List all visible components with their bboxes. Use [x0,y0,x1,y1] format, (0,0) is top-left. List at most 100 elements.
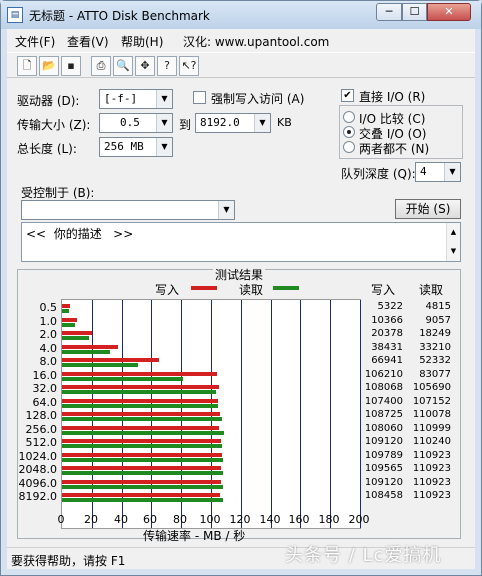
menu-view[interactable]: 查看(V) [67,33,109,50]
overlapped-io-radio[interactable] [343,126,355,138]
write-bar [62,466,221,470]
total-length-select[interactable]: 256 MB ▼ [99,137,173,157]
x-tick-label: 20 [84,513,98,526]
write-bar [62,331,92,335]
chevron-down-icon[interactable]: ▼ [444,163,460,181]
app-icon: ▤ [7,7,23,23]
watermark: 头条号 / Lc爱搞机 [285,545,442,566]
read-bar [62,484,223,489]
x-tick-label: 140 [259,513,281,526]
drive-select[interactable]: [-f-] ▼ [99,89,173,109]
io-compare-radio[interactable] [343,111,355,123]
read-value: 110923 [412,449,451,461]
save-disk-icon[interactable]: ▪ [61,56,81,76]
read-bar [62,349,110,354]
legend-read-swatch [273,286,299,290]
y-tick-label: 1.0 [39,314,58,328]
x-tick-label: 100 [199,513,221,526]
direct-io-checkbox[interactable]: ✔ [341,89,354,102]
read-bar [62,309,69,313]
y-tick-label: 2048.0 [18,463,58,476]
start-button[interactable]: 开始 (S) [395,199,461,219]
write-bar [62,439,221,443]
transfer-to-select[interactable]: 8192.0 ▼ [195,113,271,133]
y-tick-label: 1024.0 [18,449,58,463]
read-bar [62,363,138,367]
y-tick-label: 512.0 [25,436,58,449]
menu-file[interactable]: 文件(F) [15,33,55,50]
new-file-icon[interactable]: 🗋 [17,56,37,76]
menu-help[interactable]: 帮助(H) [121,33,163,50]
read-value: 4815 [425,301,451,312]
to-label: 到 [179,118,192,132]
col-read-header: 读取 [419,283,444,297]
y-tick-label: 8192.0 [18,490,58,503]
col-write-header: 写入 [371,283,396,297]
neither-radio[interactable] [343,141,355,153]
read-value: 105690 [412,382,451,393]
read-value: 110999 [412,422,451,434]
chevron-down-icon[interactable]: ▼ [254,114,270,132]
force-write-label: 强制写入访问 (A) [211,92,305,106]
queue-depth-label: 队列深度 (Q): [341,167,416,181]
y-tick-label: 64.0 [32,395,58,409]
open-folder-icon[interactable]: 📂 [39,56,59,76]
description-scrollbar[interactable]: ▲ ▼ [446,223,460,261]
chevron-down-icon[interactable]: ▼ [156,90,172,108]
drive-value: [-f-] [104,92,138,105]
transfer-rate-chart [61,299,361,529]
title-bar[interactable]: ▤ 无标题 - ATTO Disk Benchmark ─ ☐ ✕ [1,1,481,29]
close-button[interactable]: ✕ [427,3,471,21]
write-value: 38431 [371,341,403,353]
read-value: 83077 [419,368,451,380]
print-icon[interactable]: ⎙ [91,56,111,76]
y-tick-label: 4.0 [39,341,58,355]
queue-depth-select[interactable]: 4 ▼ [415,162,461,182]
write-value: 106210 [364,368,403,380]
move-icon[interactable]: ✥ [135,56,155,76]
controlled-by-label: 受控制于 (B): [21,186,95,200]
write-bar [62,358,159,362]
help-question-icon[interactable]: ? [157,56,177,76]
write-value: 109120 [364,436,403,447]
y-tick-label: 8.0 [39,355,58,368]
write-value: 108725 [364,409,403,420]
read-bar [62,471,223,475]
gridline [330,300,331,528]
direct-io-label: 直接 I/O (R) [359,90,426,104]
write-value: 109120 [364,476,403,488]
chevron-down-icon[interactable]: ▼ [218,201,234,219]
read-value: 110923 [412,463,451,474]
queue-depth-value: 4 [420,165,427,178]
write-bar [62,304,70,308]
controlled-by-select[interactable]: ▼ [21,200,235,220]
force-write-checkbox[interactable] [193,91,206,104]
read-bar [62,430,224,435]
read-bar [62,457,223,462]
write-value: 10366 [371,314,403,326]
description-field[interactable]: << 你的描述 >> ▲ ▼ [21,222,461,262]
minimize-button[interactable]: ─ [376,3,402,21]
write-value: 5322 [377,301,403,312]
y-tick-label: 4096.0 [18,476,58,490]
read-bar [62,498,223,502]
x-axis-label: 传输速率 - MB / 秒 [143,529,246,543]
chevron-down-icon[interactable]: ▼ [156,138,172,156]
read-value: 9057 [425,314,451,326]
chevron-down-icon[interactable]: ▼ [156,114,172,132]
write-bar [62,371,217,376]
y-tick-label: 16.0 [32,368,58,382]
client-area: 文件(F) 查看(V) 帮助(H) 汉化: www.upantool.com 🗋… [7,29,475,569]
context-help-icon[interactable]: ↖? [179,56,199,76]
write-value: 108068 [364,382,403,393]
maximize-button[interactable]: ☐ [402,3,427,21]
read-value: 107152 [412,395,451,407]
window-title: 无标题 - ATTO Disk Benchmark [29,9,210,23]
print-preview-icon[interactable]: 🔍 [113,56,133,76]
status-text: 要获得帮助，请按 F1 [11,554,126,568]
y-tick-label: 128.0 [25,409,58,422]
y-tick-label: 0.5 [39,301,58,314]
menu-localization: 汉化: www.upantool.com [183,35,330,49]
transfer-from-select[interactable]: 0.5 ▼ [99,113,173,133]
x-tick-label: 0 [57,513,65,526]
